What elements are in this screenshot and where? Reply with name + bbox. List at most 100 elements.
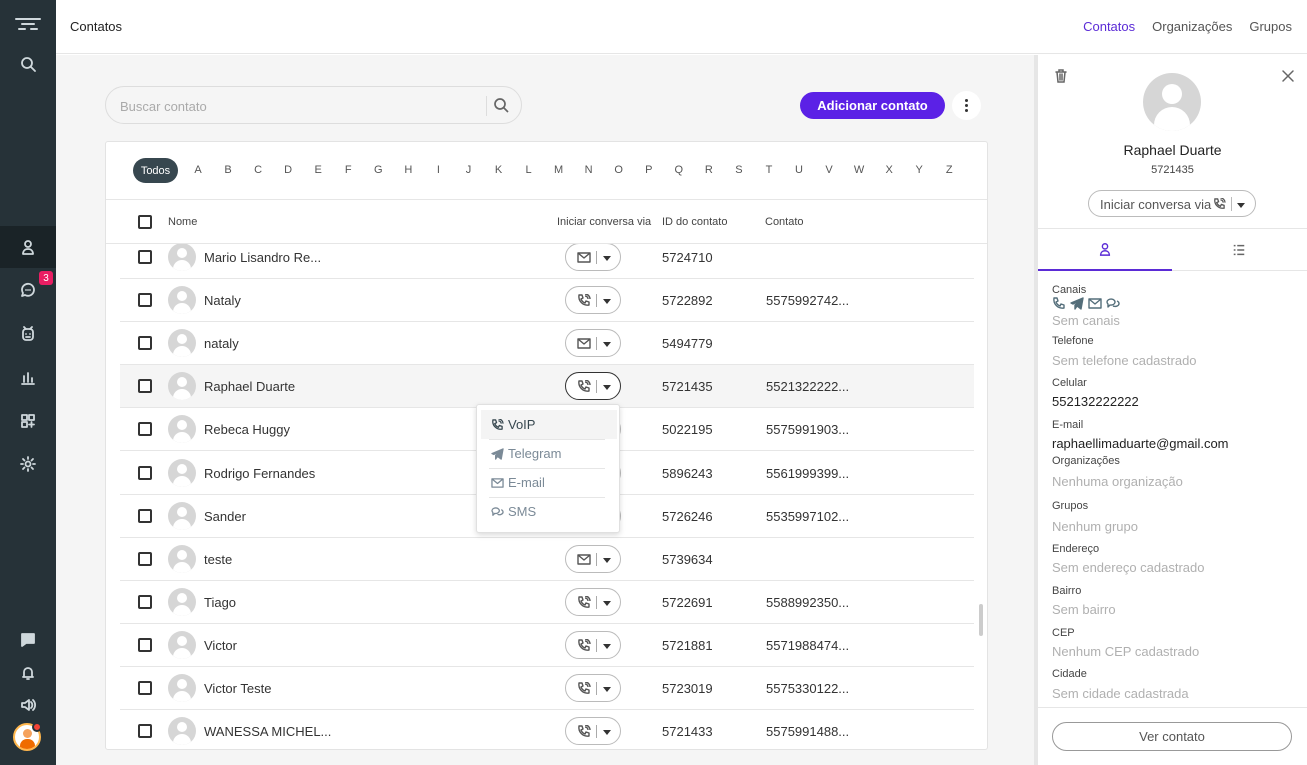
dropdown-sms[interactable]: SMS [481,497,617,526]
chevron-down-icon[interactable] [603,687,611,692]
chevron-down-icon[interactable] [603,342,611,348]
table-row[interactable]: Victor 5721881 5571988474... [120,624,974,667]
filter-letter[interactable]: X [879,164,899,176]
search-icon[interactable] [0,43,56,85]
settings-icon[interactable] [0,443,56,485]
filter-letter[interactable]: A [188,164,208,176]
table-row[interactable]: Raphael Duarte 5721435 5521322222... [120,365,974,409]
filter-letter[interactable]: F [338,164,358,176]
table-row[interactable]: Nataly 5722892 5575992742... [120,279,974,323]
table-row[interactable]: nataly 5494779 [120,322,974,366]
filter-letter[interactable]: E [308,164,328,176]
scrollbar[interactable] [979,604,983,636]
table-row[interactable]: WANESSA MICHEL... 5721433 5575991488... [120,710,974,749]
start-conversation-button[interactable] [565,372,621,401]
filter-letter[interactable]: Z [939,164,959,176]
table-row[interactable]: Tiago 5722691 5588992350... [120,581,974,624]
start-conversation-button[interactable] [565,587,621,616]
close-icon[interactable] [1281,69,1295,83]
chevron-down-icon[interactable] [603,557,611,563]
dropdown-email[interactable]: E-mail [481,468,617,497]
filter-letter[interactable]: W [849,164,869,176]
chevron-down-icon[interactable] [603,643,611,649]
contact-name: Victor Teste [204,681,272,696]
start-conversation-button[interactable] [565,286,621,315]
start-conversation-button[interactable]: Iniciar conversa via [1088,190,1256,217]
chevron-down-icon[interactable] [603,299,611,305]
contact-id: 5721435 [662,379,713,395]
filter-letter[interactable]: G [368,164,388,176]
filter-letter[interactable]: T [759,164,779,176]
dropdown-voip[interactable]: VoIP [481,410,617,439]
start-conversation-button[interactable] [565,630,621,659]
table-row[interactable]: Mario Lisandro Re... 5724710 [120,244,974,279]
trash-icon[interactable] [1054,69,1068,83]
row-checkbox[interactable] [138,637,152,652]
more-options-icon[interactable] [952,91,981,120]
filter-letter[interactable]: K [489,164,509,176]
start-conversation-button[interactable] [565,244,621,271]
apps-icon[interactable] [0,400,56,442]
filter-letter[interactable]: U [789,164,809,176]
tab-list[interactable] [1172,229,1306,271]
row-checkbox[interactable] [138,422,152,437]
row-checkbox[interactable] [138,724,152,739]
start-conversation-button[interactable] [565,717,621,746]
start-conversation-button[interactable] [565,544,621,573]
select-all-checkbox[interactable] [138,215,152,229]
row-checkbox[interactable] [138,551,152,566]
add-contact-button[interactable]: Adicionar contato [800,92,945,119]
filter-letter[interactable]: J [458,164,478,176]
filter-letter[interactable]: C [248,164,268,176]
filter-letter[interactable]: N [579,164,599,176]
view-contact-button[interactable]: Ver contato [1052,722,1292,751]
row-checkbox[interactable] [138,465,152,480]
dropdown-telegram[interactable]: Telegram [481,439,617,468]
menu-logo-icon[interactable] [0,3,56,45]
filter-letter[interactable]: I [428,164,448,176]
chevron-down-icon[interactable] [603,730,611,736]
row-checkbox[interactable] [138,508,152,523]
search-input[interactable] [120,96,480,116]
chevron-down-icon[interactable] [1237,203,1245,208]
phone-icon [577,293,591,306]
tab-profile[interactable] [1038,229,1172,271]
row-checkbox[interactable] [138,681,152,695]
row-checkbox[interactable] [138,250,152,264]
start-conversation-button[interactable] [565,329,621,358]
filter-letter[interactable]: Y [909,164,929,176]
row-checkbox[interactable] [138,293,152,308]
chevron-down-icon[interactable] [603,600,611,606]
bot-icon[interactable] [0,313,56,355]
filter-letter[interactable]: Q [669,164,689,176]
table-row[interactable]: Victor Teste 5723019 5575330122... [120,667,974,710]
table-row[interactable]: teste 5739634 [120,538,974,581]
nav-contatos[interactable]: Contatos [1083,19,1135,34]
start-conversation-button[interactable] [565,674,621,702]
filter-letter[interactable]: L [519,164,539,176]
row-checkbox[interactable] [138,336,152,351]
volume-icon[interactable] [0,684,56,726]
contacts-icon[interactable] [0,226,56,268]
chevron-down-icon[interactable] [603,256,611,261]
nav-grupos[interactable]: Grupos [1249,19,1292,34]
filter-todos[interactable]: Todos [133,158,178,183]
reports-icon[interactable] [0,357,56,399]
filter-letter[interactable]: V [819,164,839,176]
email-icon [491,477,505,489]
filter-letter[interactable]: P [639,164,659,176]
filter-letter[interactable]: R [699,164,719,176]
filter-letter[interactable]: O [609,164,629,176]
channel-icons [1052,297,1120,310]
filter-letter[interactable]: M [549,164,569,176]
filter-letter[interactable]: B [218,164,238,176]
search-icon[interactable] [493,97,511,115]
chevron-down-icon[interactable] [603,385,611,391]
filter-letter[interactable]: D [278,164,298,176]
nav-organizacoes[interactable]: Organizações [1152,19,1232,34]
filter-letter[interactable]: H [398,164,418,176]
contact-name: Nataly [204,293,241,309]
row-checkbox[interactable] [138,594,152,609]
filter-letter[interactable]: S [729,164,749,176]
row-checkbox[interactable] [138,379,152,394]
